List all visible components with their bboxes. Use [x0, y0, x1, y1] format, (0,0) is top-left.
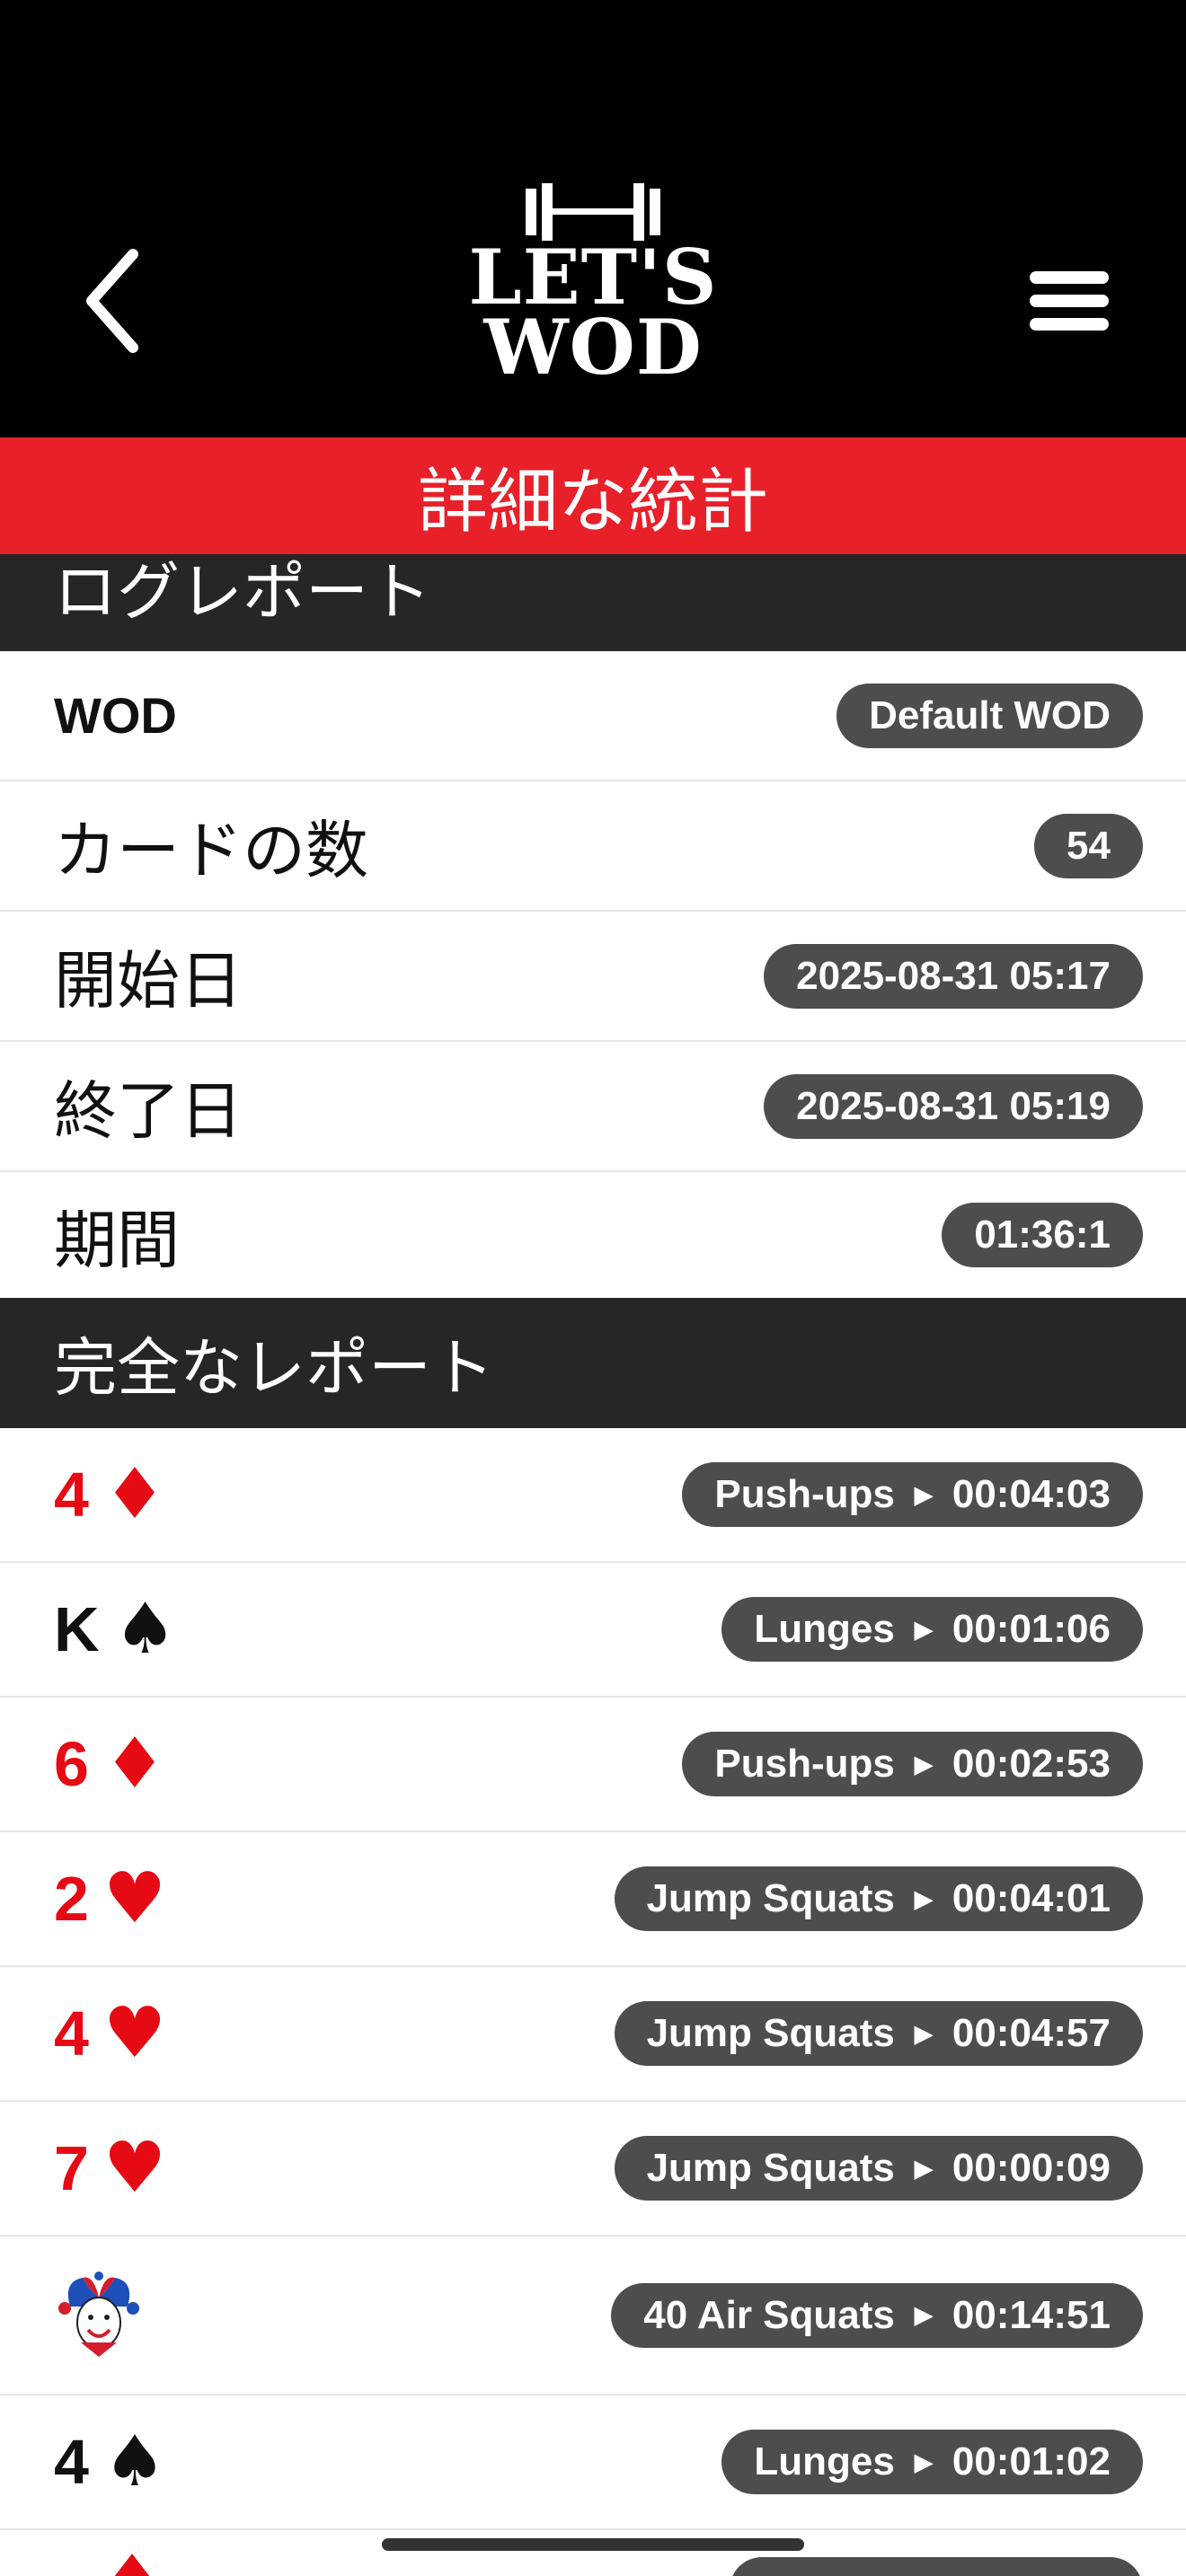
exercise-badge: Lunges ▶ 00:01:02	[721, 2430, 1143, 2494]
log-row-card-count: カードの数 54	[0, 781, 1186, 912]
card-rank: 4	[54, 1998, 89, 2069]
card-rank: 7	[54, 2133, 89, 2203]
back-button[interactable]	[72, 243, 153, 359]
play-arrow-icon: ▶	[914, 1884, 933, 1912]
card-rank: 4	[54, 2427, 89, 2497]
heart-icon: ♥	[102, 1993, 166, 2074]
exercise-name: Push-ups	[714, 1472, 895, 1516]
card-label: 6 ♦	[54, 1724, 166, 1804]
report-row[interactable]: 40 Air Squats ▶ 00:14:51	[0, 2236, 1186, 2395]
exercise-badge: Push-ups ▶ 00:02:53	[682, 1732, 1143, 1796]
log-row-label: 終了日	[54, 1074, 243, 1148]
exercise-name: Jump Squats	[646, 2146, 895, 2190]
diamond-icon: ♦	[102, 1454, 166, 1535]
card-label: K ♠	[54, 1589, 177, 1670]
hamburger-menu-icon	[1030, 271, 1109, 331]
play-arrow-icon: ▶	[914, 2019, 933, 2047]
exercise-time: 00:02:53	[951, 1742, 1111, 1786]
log-row-wod: WOD Default WOD	[0, 651, 1186, 781]
log-row-label: カードの数	[54, 814, 368, 887]
full-report-heading: 完全なレポート	[0, 1298, 1186, 1428]
exercise-time: 00:14:51	[951, 2292, 1111, 2337]
play-arrow-icon: ▶	[914, 2154, 933, 2182]
exercise-time: 00:04:57	[951, 2011, 1111, 2055]
exercise-badge	[730, 2557, 1143, 2576]
log-report-heading: ログレポート	[0, 554, 1186, 651]
exercise-name: Jump Squats	[646, 1876, 895, 1920]
app-logo: LET'S WOD	[467, 180, 719, 413]
exercise-badge: Jump Squats ▶ 00:00:09	[614, 2136, 1143, 2201]
log-row-value-badge: Default WOD	[836, 683, 1143, 748]
full-report-heading-text: 完全なレポート	[54, 1331, 494, 1405]
exercise-time: 00:00:09	[951, 2146, 1111, 2190]
card-rank: 4	[54, 1460, 89, 1530]
report-row[interactable]: 2 ♥ Jump Squats ▶ 00:04:01	[0, 1832, 1186, 1967]
exercise-name: Jump Squats	[646, 2011, 895, 2055]
log-report-heading-text: ログレポート	[54, 555, 431, 629]
play-arrow-icon: ▶	[914, 2301, 933, 2328]
partial-next-row: ♦	[0, 2530, 1186, 2576]
card-rank: K	[54, 1594, 100, 1664]
card-label: 4 ♥	[54, 1993, 166, 2074]
log-row-value-badge: 01:36:1	[942, 1203, 1143, 1267]
chevron-left-icon	[86, 249, 138, 353]
home-indicator[interactable]	[382, 2538, 804, 2551]
report-row[interactable]: 4 ♠ Lunges ▶ 00:01:02	[0, 2395, 1186, 2530]
log-row-start-date: 開始日 2025-08-31 05:17	[0, 912, 1186, 1042]
play-arrow-icon: ▶	[914, 1615, 933, 1643]
page-title: 詳細な統計	[0, 437, 1186, 554]
log-row-label: WOD	[54, 687, 177, 744]
exercise-name: Lunges	[754, 1607, 895, 1651]
exercise-name: Push-ups	[714, 1742, 895, 1786]
play-arrow-icon: ▶	[914, 1480, 933, 1508]
exercise-name: 40 Air Squats	[643, 2292, 895, 2337]
joker-card-icon	[58, 2271, 139, 2357]
card-label: 7 ♥	[54, 2128, 166, 2209]
heart-icon: ♥	[102, 1858, 166, 1939]
diamond-icon: ♦	[102, 1724, 166, 1804]
exercise-time: 00:01:06	[951, 1607, 1111, 1651]
log-row-value-badge: 2025-08-31 05:19	[764, 1073, 1143, 1139]
log-row-label: 開始日	[54, 944, 243, 1018]
exercise-name: Lunges	[754, 2439, 895, 2483]
spade-icon: ♠	[102, 2422, 166, 2502]
log-row-duration: 期間 01:36:1	[0, 1172, 1186, 1298]
exercise-time: 00:04:01	[951, 1876, 1111, 1920]
diamond-icon: ♦	[101, 2541, 164, 2576]
report-row[interactable]: 7 ♥ Jump Squats ▶ 00:00:09	[0, 2102, 1186, 2236]
play-arrow-icon: ▶	[914, 2448, 933, 2475]
log-row-value-badge: 54	[1034, 813, 1143, 878]
report-row[interactable]: 4 ♥ Jump Squats ▶ 00:04:57	[0, 1967, 1186, 2102]
exercise-badge: Jump Squats ▶ 00:04:57	[614, 2001, 1143, 2066]
card-label: 2 ♥	[54, 1858, 166, 1939]
app-header: LET'S WOD	[0, 0, 1186, 437]
card-label	[54, 2271, 144, 2360]
card-rank: 6	[54, 1729, 89, 1799]
exercise-time: 00:01:02	[951, 2439, 1111, 2483]
log-row-end-date: 終了日 2025-08-31 05:19	[0, 1042, 1186, 1172]
play-arrow-icon: ▶	[914, 1750, 933, 1778]
card-label: 4 ♦	[54, 1454, 166, 1535]
heart-icon: ♥	[102, 2128, 166, 2209]
report-row[interactable]: 4 ♦ Push-ups ▶ 00:04:03	[0, 1428, 1186, 1563]
exercise-badge: Lunges ▶ 00:01:06	[721, 1597, 1143, 1662]
report-row[interactable]: 6 ♦ Push-ups ▶ 00:02:53	[0, 1698, 1186, 1832]
log-row-value-badge: 2025-08-31 05:17	[764, 943, 1143, 1009]
card-rank: 2	[54, 1864, 89, 1934]
report-row[interactable]: K ♠ Lunges ▶ 00:01:06	[0, 1563, 1186, 1698]
exercise-badge: Jump Squats ▶ 00:04:01	[614, 1866, 1143, 1931]
log-row-label: 期間	[54, 1203, 180, 1277]
menu-button[interactable]	[1024, 260, 1114, 341]
logo-text-line2: WOD	[483, 303, 703, 392]
card-label: 4 ♠	[54, 2422, 166, 2502]
spade-icon: ♠	[113, 1589, 177, 1670]
exercise-badge: 40 Air Squats ▶ 00:14:51	[611, 2282, 1143, 2348]
exercise-badge: Push-ups ▶ 00:04:03	[682, 1462, 1143, 1527]
exercise-time: 00:04:03	[951, 1472, 1111, 1516]
